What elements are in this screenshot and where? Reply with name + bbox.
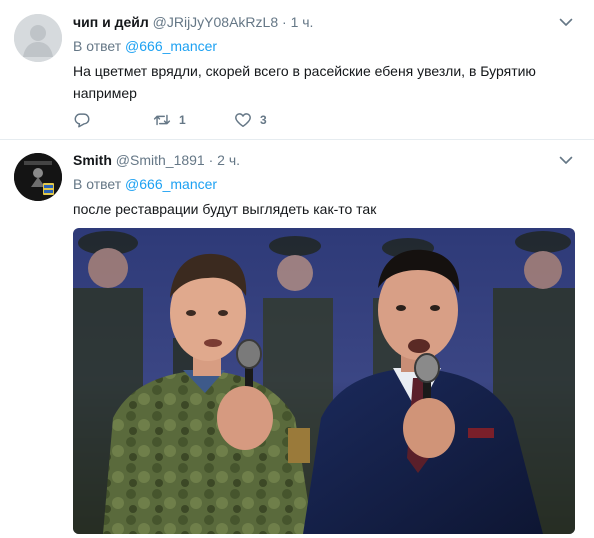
avatar[interactable] bbox=[14, 14, 62, 62]
reply-prefix: В ответ bbox=[73, 176, 122, 192]
like-count: 3 bbox=[260, 113, 267, 127]
retweet-icon bbox=[153, 114, 171, 126]
reply-button[interactable] bbox=[73, 110, 91, 130]
separator-dot: · bbox=[282, 14, 287, 30]
tweet-header: Smith @Smith_1891 · 2 ч. bbox=[73, 152, 240, 168]
stage-photo bbox=[73, 228, 575, 534]
tweet-photo[interactable] bbox=[73, 228, 575, 534]
tweet[interactable]: чип и дейл @JRijJyY08AkRzL8 · 1 ч. В отв… bbox=[0, 0, 594, 140]
reply-handle-link[interactable]: @666_mancer bbox=[125, 176, 217, 192]
tweet[interactable]: Smith @Smith_1891 · 2 ч. В ответ @666_ma… bbox=[0, 141, 594, 538]
timestamp[interactable]: 2 ч. bbox=[217, 152, 240, 168]
chevron-down-icon[interactable] bbox=[558, 152, 574, 168]
retweet-count: 1 bbox=[179, 113, 186, 127]
user-handle[interactable]: @Smith_1891 bbox=[116, 152, 205, 168]
like-icon bbox=[235, 113, 251, 128]
user-handle[interactable]: @JRijJyY08AkRzL8 bbox=[153, 14, 278, 30]
default-avatar-icon bbox=[14, 14, 62, 62]
separator-dot: · bbox=[208, 152, 214, 168]
display-name[interactable]: чип и дейл bbox=[73, 14, 149, 30]
avatar-image bbox=[14, 153, 62, 201]
avatar[interactable] bbox=[14, 153, 62, 201]
like-button[interactable]: 3 bbox=[234, 110, 267, 130]
display-name[interactable]: Smith bbox=[73, 152, 112, 168]
reply-icon bbox=[74, 113, 90, 128]
tweet-text: после реставрации будут выглядеть как-то… bbox=[73, 201, 377, 217]
tweet-actions: 1 3 bbox=[73, 110, 373, 130]
reply-handle-link[interactable]: @666_mancer bbox=[125, 38, 217, 54]
reply-context: В ответ @666_mancer bbox=[73, 176, 217, 192]
timestamp[interactable]: 1 ч. bbox=[291, 14, 314, 30]
retweet-button[interactable]: 1 bbox=[153, 110, 186, 130]
chevron-down-icon[interactable] bbox=[558, 14, 574, 30]
tweet-header: чип и дейл @JRijJyY08AkRzL8 · 1 ч. bbox=[73, 14, 313, 30]
tweet-text: На цветмет врядли, скорей всего в расейс… bbox=[73, 63, 536, 101]
reply-prefix: В ответ bbox=[73, 38, 122, 54]
reply-context: В ответ @666_mancer bbox=[73, 38, 217, 54]
